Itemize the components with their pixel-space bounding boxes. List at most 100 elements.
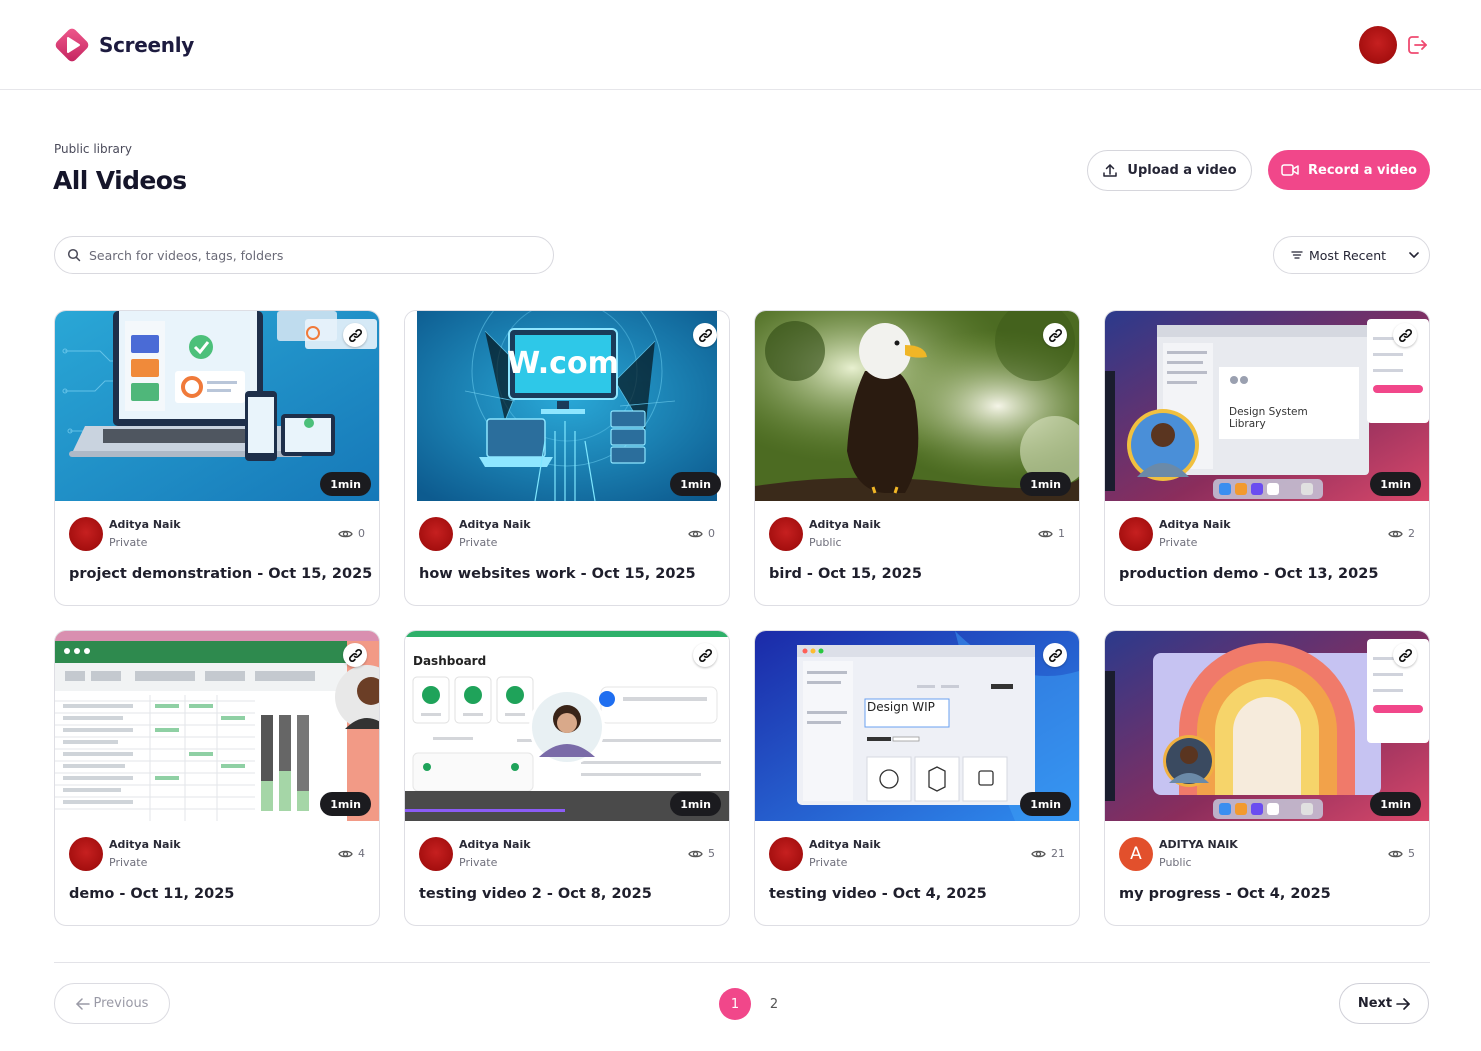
- video-thumbnail[interactable]: 1min: [1105, 631, 1429, 821]
- visibility-label: Private: [809, 856, 848, 869]
- duration-badge: 1min: [670, 472, 721, 496]
- video-meta: Aditya Naik Private 21: [769, 837, 1065, 871]
- video-card[interactable]: Dashboard 1min Aditya Naik Private 5 tes…: [404, 630, 730, 926]
- copy-link-icon[interactable]: [693, 643, 717, 667]
- author-name: Aditya Naik: [109, 518, 181, 531]
- next-page-button[interactable]: Next: [1339, 983, 1429, 1024]
- author-avatar: [69, 837, 103, 871]
- author-name: ADITYA NAIK: [1159, 838, 1238, 851]
- video-thumbnail[interactable]: W.com 1min: [405, 311, 729, 501]
- thumb-text: Design System: [1229, 406, 1308, 418]
- copy-link-icon[interactable]: [343, 643, 367, 667]
- author-name: Aditya Naik: [809, 838, 881, 851]
- logout-icon[interactable]: [1405, 33, 1429, 57]
- top-bar: Screenly: [0, 0, 1481, 90]
- next-label: Next: [1357, 996, 1393, 1011]
- page-number-2[interactable]: 2: [758, 988, 790, 1020]
- thumb-text: W.com: [507, 346, 619, 381]
- visibility-label: Public: [809, 536, 842, 549]
- video-card[interactable]: 1min A ADITYA NAIK Public 5 my progress …: [1104, 630, 1430, 926]
- eye-icon: [1388, 850, 1403, 857]
- video-title[interactable]: my progress - Oct 4, 2025: [1119, 886, 1331, 902]
- visibility-label: Public: [1159, 856, 1192, 869]
- copy-link-icon[interactable]: [343, 323, 367, 347]
- author-name: Aditya Naik: [459, 518, 531, 531]
- video-card[interactable]: W.com 1min Aditya Naik Private 0 how web…: [404, 310, 730, 606]
- user-avatar[interactable]: [1359, 26, 1397, 64]
- visibility-label: Private: [109, 856, 148, 869]
- video-card[interactable]: 1min Aditya Naik Private 4 demo - Oct 11…: [54, 630, 380, 926]
- app-name: Screenly: [99, 33, 194, 57]
- video-meta: Aditya Naik Private 0: [419, 517, 715, 551]
- author-name: Aditya Naik: [809, 518, 881, 531]
- video-title[interactable]: production demo - Oct 13, 2025: [1119, 566, 1378, 582]
- sort-label: Most Recent: [1309, 247, 1387, 263]
- video-title[interactable]: testing video 2 - Oct 8, 2025: [419, 886, 652, 902]
- view-count: 4: [338, 847, 365, 860]
- visibility-label: Private: [1159, 536, 1198, 549]
- copy-link-icon[interactable]: [1393, 323, 1417, 347]
- view-count: 1: [1038, 527, 1065, 540]
- page-number-1[interactable]: 1: [719, 988, 751, 1020]
- author-avatar: [769, 837, 803, 871]
- breadcrumb: Public library: [54, 142, 132, 156]
- video-title[interactable]: bird - Oct 15, 2025: [769, 566, 922, 582]
- sort-icon: [1291, 251, 1303, 259]
- copy-link-icon[interactable]: [1393, 643, 1417, 667]
- eye-icon: [1038, 530, 1053, 537]
- video-title[interactable]: how websites work - Oct 15, 2025: [419, 566, 696, 582]
- chevron-down-icon: [1409, 252, 1419, 258]
- svg-text:Library: Library: [1229, 418, 1266, 430]
- visibility-label: Private: [109, 536, 148, 549]
- video-thumbnail[interactable]: 1min: [55, 631, 379, 821]
- view-count: 5: [688, 847, 715, 860]
- video-thumbnail[interactable]: Design WIP 1min: [755, 631, 1079, 821]
- video-thumbnail[interactable]: Design System Library 1min: [1105, 311, 1429, 501]
- search-bar: [54, 236, 554, 274]
- record-video-button[interactable]: Record a video: [1268, 150, 1430, 190]
- duration-badge: 1min: [1370, 472, 1421, 496]
- arrow-left-icon: [75, 997, 90, 1010]
- sort-dropdown[interactable]: Most Recent: [1273, 236, 1430, 274]
- previous-label: Previous: [93, 996, 149, 1011]
- copy-link-icon[interactable]: [1043, 643, 1067, 667]
- video-thumbnail[interactable]: 1min: [755, 311, 1079, 501]
- thumb-text: Design WIP: [867, 700, 935, 714]
- author-name: Aditya Naik: [1159, 518, 1231, 531]
- copy-link-icon[interactable]: [693, 323, 717, 347]
- eye-icon: [1388, 530, 1403, 537]
- duration-badge: 1min: [1370, 792, 1421, 816]
- video-thumbnail[interactable]: Dashboard 1min: [405, 631, 729, 821]
- author-avatar: A: [1119, 837, 1153, 871]
- eye-icon: [688, 530, 703, 537]
- video-title[interactable]: testing video - Oct 4, 2025: [769, 886, 987, 902]
- page-title: All Videos: [53, 166, 187, 195]
- copy-link-icon[interactable]: [1043, 323, 1067, 347]
- video-card[interactable]: 1min Aditya Naik Private 0 project demon…: [54, 310, 380, 606]
- video-meta: Aditya Naik Private 5: [419, 837, 715, 871]
- view-count: 21: [1031, 847, 1065, 860]
- video-title[interactable]: project demonstration - Oct 15, 2025: [69, 566, 372, 582]
- upload-video-button[interactable]: Upload a video: [1087, 150, 1252, 191]
- video-meta: Aditya Naik Private 0: [69, 517, 365, 551]
- duration-badge: 1min: [1020, 472, 1071, 496]
- duration-badge: 1min: [1020, 792, 1071, 816]
- video-card[interactable]: Design WIP 1min Aditya Naik Private 21 t…: [754, 630, 1080, 926]
- thumb-text: Dashboard: [413, 654, 486, 668]
- video-card[interactable]: 1min Aditya Naik Public 1 bird - Oct 15,…: [754, 310, 1080, 606]
- upload-video-label: Upload a video: [1127, 163, 1237, 178]
- app-logo[interactable]: Screenly: [53, 26, 194, 64]
- video-title[interactable]: demo - Oct 11, 2025: [69, 886, 234, 902]
- view-count: 0: [338, 527, 365, 540]
- author-avatar: [769, 517, 803, 551]
- visibility-label: Private: [459, 536, 498, 549]
- previous-page-button[interactable]: Previous: [54, 983, 170, 1024]
- video-meta: Aditya Naik Private 4: [69, 837, 365, 871]
- search-input[interactable]: [89, 247, 529, 263]
- author-avatar: [419, 517, 453, 551]
- video-thumbnail[interactable]: 1min: [55, 311, 379, 501]
- author-avatar: [69, 517, 103, 551]
- visibility-label: Private: [459, 856, 498, 869]
- author-avatar: [1119, 517, 1153, 551]
- video-card[interactable]: Design System Library 1min Aditya Naik P…: [1104, 310, 1430, 606]
